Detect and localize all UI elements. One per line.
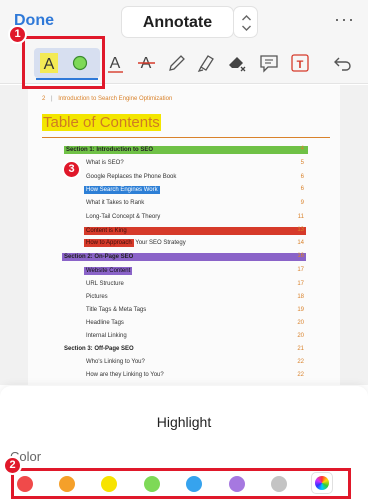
toc-row-page: 11: [297, 214, 304, 220]
toc-row-page: 22: [297, 359, 304, 365]
toc-section-row[interactable]: Section 3: Off-Page SEO 21: [28, 344, 340, 355]
toc-row-page: 4: [300, 146, 304, 152]
toc-row[interactable]: Headline Tags 20: [28, 318, 340, 329]
annotation-marker-2: 2: [3, 456, 22, 475]
toc-row-label: Long-Tail Concept & Theory: [86, 214, 161, 220]
toc-row[interactable]: Who's Linking to You? 22: [28, 357, 340, 368]
underline-tool[interactable]: A: [103, 50, 129, 76]
strikethrough-tool[interactable]: A: [134, 50, 160, 76]
toc-row-page: 14: [297, 240, 304, 246]
toc-row-label: How are they Linking to You?: [86, 372, 164, 378]
toc-row[interactable]: How Search Engines Work 6: [28, 184, 340, 195]
text-box-icon: T: [291, 54, 309, 72]
toc-row-page: 20: [297, 333, 304, 339]
toc-row[interactable]: URL Structure 17: [28, 279, 340, 290]
toc-row[interactable]: What it Takes to Rank 9: [28, 198, 340, 209]
toc-row[interactable]: Website Content 17: [28, 265, 340, 276]
toc-row-page: 20: [297, 320, 304, 326]
toc-row-label-group: How to Approach Your SEO Strategy: [84, 239, 186, 247]
undo-arrow-icon: [334, 57, 351, 71]
toc-row-label: Section 3: Off-Page SEO: [64, 346, 134, 352]
sheet-title: Highlight: [156, 414, 212, 430]
annotation-marker-1: 1: [8, 25, 27, 44]
eraser-tool[interactable]: [224, 50, 250, 76]
pencil-icon: [169, 55, 185, 71]
document-title-button[interactable]: Annotate: [121, 6, 234, 38]
toc-row-label: Section 1: Introduction to SEO: [64, 146, 308, 154]
toc-row-page: 22: [297, 372, 304, 378]
toc-row-label: Pictures: [86, 294, 108, 300]
toc-row-page: 13: [297, 227, 304, 233]
toc-row-label: How Search Engines Work: [84, 186, 160, 194]
annotation-marker-3: 3: [62, 160, 81, 179]
toc-row-label: Section 2: On-Page SEO: [62, 253, 306, 261]
toc-row-label-highlighted: How to Approach: [84, 239, 134, 247]
page-header-text: Introduction to Search Engine Optimizati…: [58, 96, 173, 102]
toc-row[interactable]: Title Tags & Meta Tags 19: [28, 305, 340, 316]
toc-row-page: 19: [297, 307, 304, 313]
toc-row[interactable]: How are they Linking to You? 22: [28, 370, 340, 381]
more-menu-button[interactable]: ···: [334, 10, 355, 28]
chevron-up-down-icon: [242, 15, 251, 31]
toc-row-label: Google Replaces the Phone Book: [86, 174, 177, 180]
underline-glyph: A: [110, 55, 121, 72]
underline-text-icon: A: [108, 55, 123, 73]
toc-row-page: 17: [297, 267, 304, 273]
toc-row-page: 18: [297, 294, 304, 300]
annotation-box-colors: [11, 468, 351, 499]
toc-row-page: 6: [300, 174, 304, 180]
text-box-tool[interactable]: T: [287, 50, 313, 76]
pen-tool[interactable]: [164, 50, 190, 76]
toc-row-label: Internal Linking: [86, 333, 127, 339]
toc-row-page: 17: [297, 281, 304, 287]
comment-tool[interactable]: [256, 50, 282, 76]
page-header: 2 | Introduction to Search Engine Optimi…: [42, 96, 172, 102]
strikethrough-text-icon: A: [138, 55, 155, 72]
toc-section-row[interactable]: Section 2: On-Page SEO 16: [28, 251, 340, 262]
toc-row-page: 16: [297, 253, 304, 259]
title-stepper[interactable]: [233, 6, 258, 38]
comment-icon: [260, 55, 278, 73]
undo-button[interactable]: [330, 50, 356, 76]
marker-tool[interactable]: [193, 50, 219, 76]
textbox-glyph: T: [297, 59, 304, 71]
page-number: 2: [42, 96, 46, 102]
annotation-box-toolbar: [22, 36, 105, 89]
toc-row-label: What it Takes to Rank: [86, 200, 145, 206]
toc-row-label: URL Structure: [86, 281, 124, 287]
toc-row-label: What is SEO?: [86, 160, 124, 166]
toc-row[interactable]: How to Approach Your SEO Strategy 14: [28, 238, 340, 249]
toc-row-label-rest: Your SEO Strategy: [133, 240, 186, 246]
toc-row-page: 21: [297, 346, 304, 352]
toc-row[interactable]: Content is King 13: [28, 225, 340, 236]
header-separator: |: [51, 96, 53, 102]
toc-section-row[interactable]: Section 1: Introduction to SEO 4: [28, 144, 340, 155]
toc-row-label: Content is King: [84, 227, 306, 235]
toc-row-page: 9: [300, 200, 304, 206]
toc-row[interactable]: Pictures 18: [28, 292, 340, 303]
toc-row-label: Title Tags & Meta Tags: [86, 307, 147, 313]
highlighter-pen-icon: [197, 55, 214, 72]
document-page[interactable]: 2 | Introduction to Search Engine Optimi…: [28, 85, 340, 385]
eraser-icon: [229, 57, 246, 72]
toc-row-page: 6: [300, 186, 304, 192]
toc-row-label: Headline Tags: [86, 320, 124, 326]
toc-row-label: Who's Linking to You?: [86, 359, 145, 365]
toc-title[interactable]: Table of Contents: [42, 114, 161, 131]
toc-row-label: Website Content: [84, 267, 133, 275]
document-viewer[interactable]: 2 | Introduction to Search Engine Optimi…: [0, 85, 368, 385]
toc-divider: [42, 137, 330, 138]
toc-row-page: 5: [300, 160, 304, 166]
toc-row[interactable]: Internal Linking 20: [28, 331, 340, 342]
toc-row[interactable]: Long-Tail Concept & Theory 11: [28, 212, 340, 223]
